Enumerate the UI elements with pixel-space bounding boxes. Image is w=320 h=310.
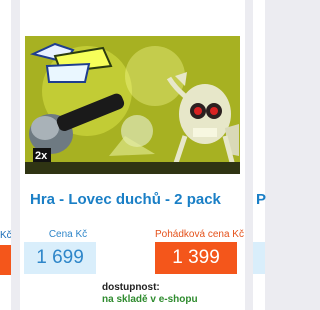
product-title[interactable]: Hra - Lovec duchů - 2 pack [30,191,221,208]
next-product-card[interactable]: P [253,0,268,310]
previous-product-card[interactable]: Kč [0,0,11,310]
product-image[interactable]: 2x [25,36,240,174]
next-price-box [253,242,265,274]
price-label: Cena Kč [48,229,88,240]
svg-text:2x: 2x [35,150,48,162]
product-card[interactable]: 2x Hra - Lovec duchů - 2 pack Cena Kč Po… [20,0,245,310]
fairy-price: 1 399 [155,242,237,274]
product-box-art: 2x [25,36,240,174]
availability-status: na skladě v e-shopu [102,294,198,305]
previous-price-label: Kč [0,230,11,241]
availability-label: dostupnost: [102,282,160,293]
previous-fairy-price-box [0,245,11,275]
fairy-price-label: Pohádková cena Kč [155,229,244,240]
next-product-title[interactable]: P [256,191,268,208]
regular-price: 1 699 [24,242,96,274]
